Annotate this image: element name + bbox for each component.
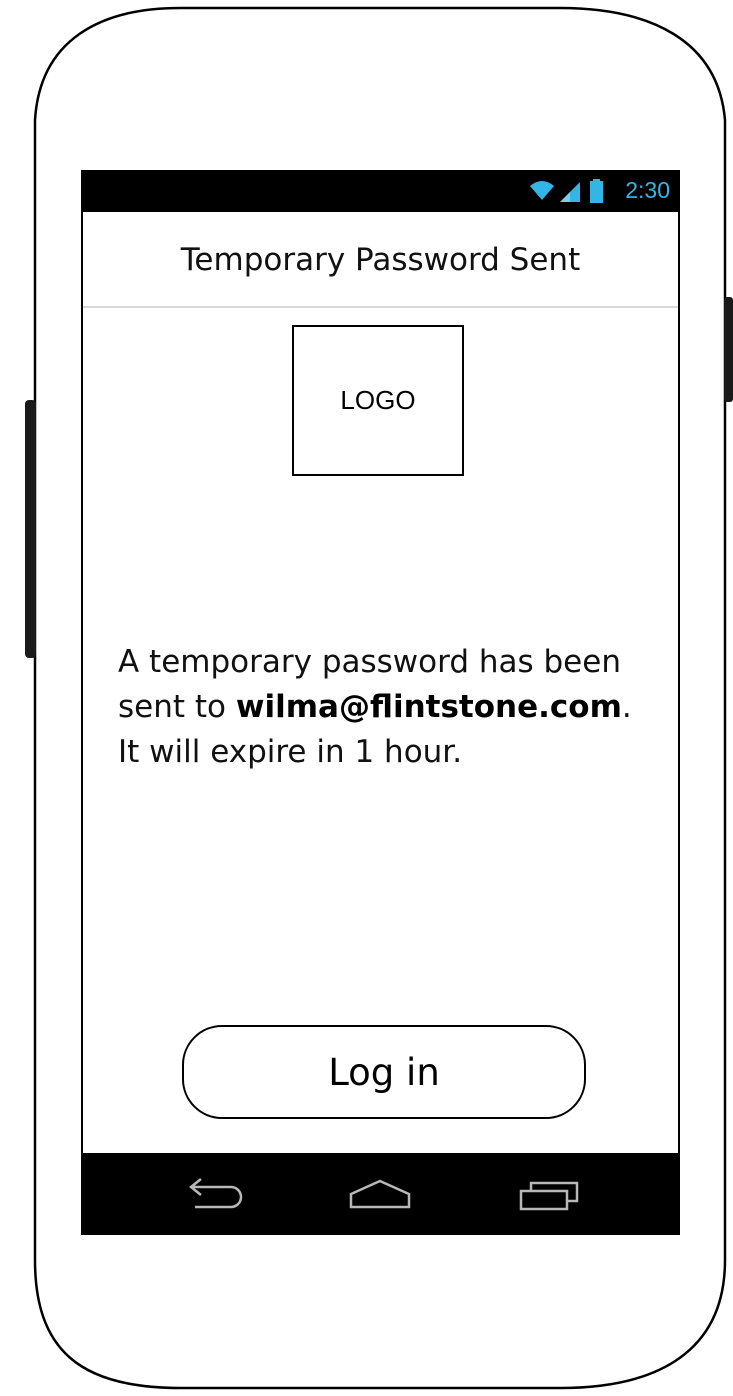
phone-screen: 2:30 Temporary Password Sent LOGO A temp…: [81, 170, 680, 1235]
side-button-right[interactable]: [724, 297, 733, 402]
home-icon[interactable]: [340, 1171, 420, 1217]
page-title: Temporary Password Sent: [180, 242, 581, 278]
side-button-left[interactable]: [25, 400, 36, 658]
login-button[interactable]: Log in: [182, 1025, 586, 1119]
status-bar: 2:30: [83, 170, 678, 212]
wifi-icon: [530, 181, 554, 200]
logo-text: LOGO: [340, 385, 416, 415]
back-icon[interactable]: [181, 1171, 261, 1217]
battery-icon: [590, 179, 603, 203]
logo-placeholder: LOGO: [292, 325, 464, 476]
recent-apps-icon[interactable]: [511, 1171, 591, 1217]
email-address: wilma@flintstone.com: [235, 689, 622, 725]
navigation-bar: [83, 1153, 678, 1235]
status-icons: [530, 179, 603, 203]
signal-icon: [560, 182, 580, 202]
login-button-label: Log in: [328, 1050, 440, 1094]
status-time: 2:30: [625, 177, 670, 203]
confirmation-message: A temporary password has been sent to wi…: [118, 640, 648, 775]
action-bar: Temporary Password Sent: [83, 212, 678, 308]
